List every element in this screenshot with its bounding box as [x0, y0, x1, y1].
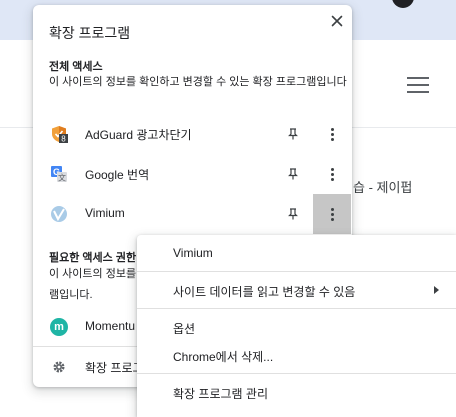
gear-icon [53, 361, 65, 373]
extension-name: Google 번역 [85, 168, 150, 182]
more-vert-icon [330, 207, 334, 221]
menu-item-options[interactable]: 옵션 [137, 315, 456, 339]
adguard-badge-count: 8 [61, 135, 66, 144]
menu-separator [137, 373, 456, 374]
more-options-button[interactable] [313, 114, 351, 154]
more-vert-icon [330, 127, 334, 141]
vimium-icon [51, 206, 67, 222]
pin-icon [288, 168, 298, 180]
svg-text:文: 文 [58, 173, 66, 183]
pin-icon [288, 128, 298, 140]
extension-name: AdGuard 광고차단기 [85, 128, 192, 142]
momentum-icon: m [50, 318, 68, 336]
access-requested-title: 필요한 액세스 권한 [49, 252, 137, 264]
menu-item-site-access[interactable]: 사이트 데이터를 읽고 변경할 수 있음 [137, 278, 456, 302]
hamburger-menu-icon[interactable] [407, 77, 429, 95]
menu-separator [137, 271, 456, 272]
background-page-title: 습 - 제이펍 [353, 180, 413, 195]
pin-button[interactable] [283, 204, 303, 224]
full-access-description: 이 사이트의 정보를 확인하고 변경할 수 있는 확장 프로그램입니다 [49, 76, 347, 88]
submenu-arrow-icon [434, 286, 439, 294]
adguard-shield-icon: 8 [52, 126, 68, 144]
menu-item-remove-from-chrome[interactable]: Chrome에서 삭제... [137, 343, 456, 367]
more-vert-icon [330, 167, 334, 181]
menu-item-extension-name[interactable]: Vimium [137, 241, 456, 265]
extension-name: Vimium [85, 206, 125, 220]
extension-row-adguard[interactable]: 8 AdGuard 광고차단기 [33, 114, 352, 154]
extension-row-google-translate[interactable]: G 文 Google 번역 [33, 154, 352, 194]
more-options-button-active[interactable] [313, 194, 351, 234]
close-button[interactable] [327, 11, 347, 31]
panel-title: 확장 프로그램 [49, 25, 131, 41]
extension-name: Momentu [85, 319, 136, 333]
pin-button[interactable] [283, 124, 303, 144]
pin-icon [288, 208, 298, 220]
google-translate-icon: G 文 [51, 166, 67, 183]
close-icon [331, 15, 343, 27]
pin-button[interactable] [283, 164, 303, 184]
menu-separator [137, 308, 456, 309]
menu-item-manage-extensions[interactable]: 확장 프로그램 관리 [137, 380, 456, 404]
toolbar-avatar[interactable] [392, 0, 414, 8]
more-options-button[interactable] [313, 154, 351, 194]
footer-label: 확장 프로그 [85, 361, 144, 375]
extension-row-vimium[interactable]: Vimium [33, 194, 352, 234]
extension-context-menu: Vimium 사이트 데이터를 읽고 변경할 수 있음 옵션 Chrome에서 … [137, 235, 456, 417]
